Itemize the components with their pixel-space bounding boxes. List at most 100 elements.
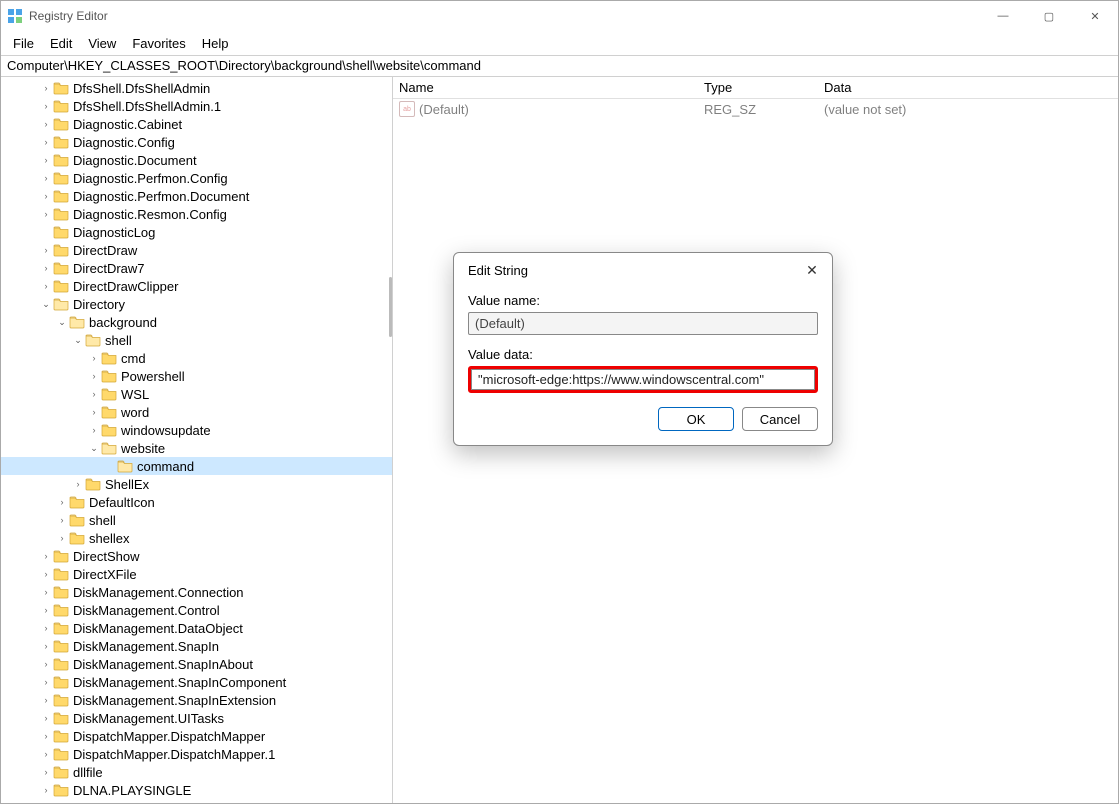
value-data-input[interactable] [471, 369, 815, 390]
tree-node[interactable]: › windowsupdate [1, 421, 392, 439]
chevron-right-icon[interactable]: › [87, 407, 101, 417]
chevron-right-icon[interactable]: › [39, 119, 53, 129]
tree-node[interactable]: › Diagnostic.Config [1, 133, 392, 151]
chevron-right-icon[interactable]: › [55, 497, 69, 507]
col-header-name[interactable]: Name [399, 80, 704, 95]
chevron-down-icon[interactable]: ⌄ [87, 443, 101, 454]
tree-node[interactable]: › DirectDraw7 [1, 259, 392, 277]
tree-node[interactable]: › WSL [1, 385, 392, 403]
tree-node[interactable]: › Diagnostic.Perfmon.Config [1, 169, 392, 187]
tree-node[interactable]: › ShellEx [1, 475, 392, 493]
tree-node[interactable]: › DispatchMapper.DispatchMapper [1, 727, 392, 745]
menu-help[interactable]: Help [194, 34, 237, 53]
folder-icon [117, 459, 133, 473]
chevron-right-icon[interactable]: › [39, 263, 53, 273]
tree-node[interactable]: › cmd [1, 349, 392, 367]
folder-icon [53, 99, 69, 113]
menu-view[interactable]: View [80, 34, 124, 53]
tree-node[interactable]: ⌄ background [1, 313, 392, 331]
tree-node[interactable]: › DfsShell.DfsShellAdmin.1 [1, 97, 392, 115]
address-bar[interactable]: Computer\HKEY_CLASSES_ROOT\Directory\bac… [1, 55, 1118, 77]
chevron-right-icon[interactable]: › [87, 389, 101, 399]
tree-node[interactable]: › DirectDraw [1, 241, 392, 259]
menu-favorites[interactable]: Favorites [124, 34, 193, 53]
chevron-right-icon[interactable]: › [39, 281, 53, 291]
tree-node[interactable]: › DiskManagement.UITasks [1, 709, 392, 727]
tree-node[interactable]: › DiskManagement.Control [1, 601, 392, 619]
col-header-type[interactable]: Type [704, 80, 824, 95]
chevron-right-icon[interactable]: › [87, 371, 101, 381]
chevron-right-icon[interactable]: › [87, 425, 101, 435]
ok-button[interactable]: OK [658, 407, 734, 431]
close-button[interactable]: ✕ [1072, 1, 1118, 31]
tree-node[interactable]: › DiskManagement.Connection [1, 583, 392, 601]
chevron-right-icon[interactable]: › [39, 605, 53, 615]
chevron-down-icon[interactable]: ⌄ [71, 335, 85, 346]
maximize-button[interactable]: ▢ [1026, 1, 1072, 31]
tree-node[interactable]: ⌄ shell [1, 331, 392, 349]
tree-node[interactable]: › DiskManagement.DataObject [1, 619, 392, 637]
tree-node[interactable]: › DLNA.PLAYSINGLE [1, 781, 392, 799]
tree-node[interactable]: ⌄ website [1, 439, 392, 457]
tree-node[interactable]: › Diagnostic.Cabinet [1, 115, 392, 133]
chevron-right-icon[interactable]: › [39, 587, 53, 597]
tree-node[interactable]: › DefaultIcon [1, 493, 392, 511]
dialog-close-button[interactable]: ✕ [802, 262, 822, 279]
tree-node[interactable]: › DirectXFile [1, 565, 392, 583]
tree-node[interactable]: › DirectShow [1, 547, 392, 565]
menu-file[interactable]: File [5, 34, 42, 53]
chevron-right-icon[interactable]: › [39, 641, 53, 651]
chevron-right-icon[interactable]: › [39, 569, 53, 579]
tree-node[interactable]: › word [1, 403, 392, 421]
tree-node[interactable]: DiagnosticLog [1, 223, 392, 241]
col-header-data[interactable]: Data [824, 80, 1118, 95]
tree-node[interactable]: ⌄ Directory [1, 295, 392, 313]
tree-node[interactable]: command [1, 457, 392, 475]
tree-node[interactable]: › Diagnostic.Document [1, 151, 392, 169]
chevron-right-icon[interactable]: › [39, 173, 53, 183]
chevron-right-icon[interactable]: › [39, 785, 53, 795]
chevron-right-icon[interactable]: › [39, 695, 53, 705]
chevron-right-icon[interactable]: › [39, 155, 53, 165]
value-name-input[interactable] [468, 312, 818, 335]
chevron-right-icon[interactable]: › [39, 731, 53, 741]
tree-node[interactable]: › DiskManagement.SnapInAbout [1, 655, 392, 673]
chevron-right-icon[interactable]: › [39, 137, 53, 147]
chevron-right-icon[interactable]: › [39, 101, 53, 111]
chevron-right-icon[interactable]: › [39, 749, 53, 759]
chevron-right-icon[interactable]: › [39, 191, 53, 201]
chevron-right-icon[interactable]: › [39, 623, 53, 633]
chevron-right-icon[interactable]: › [55, 515, 69, 525]
chevron-right-icon[interactable]: › [39, 713, 53, 723]
tree-node[interactable]: › DiskManagement.SnapInExtension [1, 691, 392, 709]
tree-node[interactable]: › dllfile [1, 763, 392, 781]
tree-node[interactable]: › shellex [1, 529, 392, 547]
tree-node[interactable]: › DfsShell.DfsShellAdmin [1, 79, 392, 97]
chevron-right-icon[interactable]: › [39, 83, 53, 93]
menu-edit[interactable]: Edit [42, 34, 80, 53]
tree-pane[interactable]: › DfsShell.DfsShellAdmin› DfsShell.DfsSh… [1, 77, 393, 803]
chevron-right-icon[interactable]: › [55, 533, 69, 543]
chevron-right-icon[interactable]: › [39, 551, 53, 561]
chevron-right-icon[interactable]: › [39, 677, 53, 687]
tree-node[interactable]: › Diagnostic.Perfmon.Document [1, 187, 392, 205]
tree-node[interactable]: › shell [1, 511, 392, 529]
tree-node[interactable]: › DirectDrawClipper [1, 277, 392, 295]
chevron-down-icon[interactable]: ⌄ [39, 299, 53, 310]
tree-node[interactable]: › DiskManagement.SnapInComponent [1, 673, 392, 691]
tree-node[interactable]: › DiskManagement.SnapIn [1, 637, 392, 655]
cancel-button[interactable]: Cancel [742, 407, 818, 431]
tree-node-label: DLNA.PLAYSINGLE [73, 783, 191, 798]
chevron-down-icon[interactable]: ⌄ [55, 317, 69, 328]
tree-node[interactable]: › Powershell [1, 367, 392, 385]
chevron-right-icon[interactable]: › [39, 245, 53, 255]
chevron-right-icon[interactable]: › [39, 767, 53, 777]
tree-node[interactable]: › DispatchMapper.DispatchMapper.1 [1, 745, 392, 763]
value-row[interactable]: ab (Default) REG_SZ (value not set) [393, 99, 1118, 119]
chevron-right-icon[interactable]: › [71, 479, 85, 489]
tree-node[interactable]: › Diagnostic.Resmon.Config [1, 205, 392, 223]
chevron-right-icon[interactable]: › [87, 353, 101, 363]
chevron-right-icon[interactable]: › [39, 209, 53, 219]
chevron-right-icon[interactable]: › [39, 659, 53, 669]
minimize-button[interactable]: — [980, 1, 1026, 31]
